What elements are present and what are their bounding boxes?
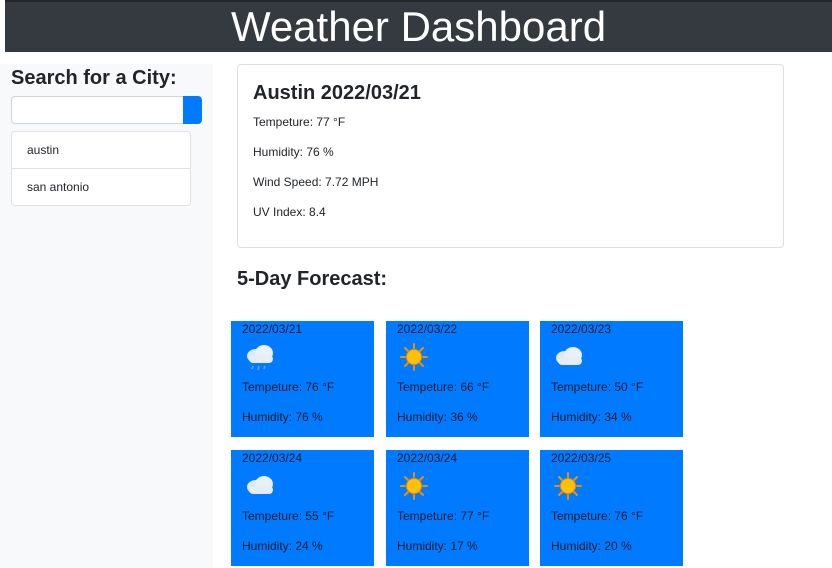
forecast-date: 2022/03/23 [551, 322, 612, 336]
forecast-card: 2022/03/21 Tempeture: 76 °F Humidity: 76… [231, 321, 374, 437]
forecast-card: 2022/03/24 Tempeture: 55 °F Humidity: 24… [231, 450, 374, 566]
search-row [11, 96, 202, 124]
rain-cloud-icon [247, 345, 273, 371]
current-city-title: Austin 2022/03/21 [253, 82, 421, 104]
history-item-san-antonio[interactable]: san antonio [12, 168, 190, 205]
forecast-card: 2022/03/25 Tempeture: 76 °F Humidity: 20… [540, 450, 683, 566]
sidebar-title: Search for a City: [11, 67, 177, 89]
sidebar: Search for a City: austin san antonio [0, 64, 213, 568]
forecast-temperature: Tempeture: 76 °F [242, 380, 335, 394]
forecast-date: 2022/03/21 [242, 322, 303, 336]
forecast-card: 2022/03/24 Tempeture: 77 °F Humidity: 17… [386, 450, 529, 566]
current-weather-card: Austin 2022/03/21 Tempeture: 77 °F Humid… [237, 64, 784, 248]
sun-icon [400, 472, 428, 500]
forecast-temperature: Tempeture: 55 °F [242, 509, 335, 523]
forecast-temperature: Tempeture: 66 °F [397, 380, 490, 394]
forecast-date: 2022/03/25 [551, 451, 612, 465]
cloud-icon [247, 476, 273, 494]
forecast-temperature: Tempeture: 77 °F [397, 509, 490, 523]
forecast-humidity: Humidity: 17 % [397, 539, 478, 553]
forecast-card: 2022/03/22 Tempeture: 66 °F Humidity: 36… [386, 321, 529, 437]
forecast-date: 2022/03/24 [397, 451, 458, 465]
forecast-date: 2022/03/22 [397, 322, 458, 336]
forecast-temperature: Tempeture: 76 °F [551, 509, 644, 523]
history-item-austin[interactable]: austin [12, 132, 190, 168]
forecast-card: 2022/03/23 Tempeture: 50 °F Humidity: 34… [540, 321, 683, 437]
current-temperature: Tempeture: 77 °F [253, 115, 346, 129]
forecast-humidity: Humidity: 24 % [242, 539, 323, 553]
search-button[interactable] [183, 96, 202, 124]
forecast-humidity: Humidity: 76 % [242, 410, 323, 424]
forecast-date: 2022/03/24 [242, 451, 303, 465]
current-wind-speed: Wind Speed: 7.72 MPH [253, 175, 379, 189]
forecast-humidity: Humidity: 36 % [397, 410, 478, 424]
forecast-humidity: Humidity: 20 % [551, 539, 632, 553]
forecast-temperature: Tempeture: 50 °F [551, 380, 644, 394]
sun-icon [554, 472, 582, 500]
app-header: Weather Dashboard [5, 0, 832, 52]
search-history-list: austin san antonio [11, 131, 191, 206]
current-uv-index: UV Index: 8.4 [253, 205, 326, 219]
forecast-heading: 5-Day Forecast: [237, 268, 388, 290]
page-title: Weather Dashboard [230, 3, 607, 50]
cloud-icon [556, 347, 582, 365]
current-humidity: Humidity: 76 % [253, 145, 334, 159]
sun-icon [400, 343, 428, 371]
forecast-humidity: Humidity: 34 % [551, 410, 632, 424]
search-input[interactable] [11, 96, 183, 124]
